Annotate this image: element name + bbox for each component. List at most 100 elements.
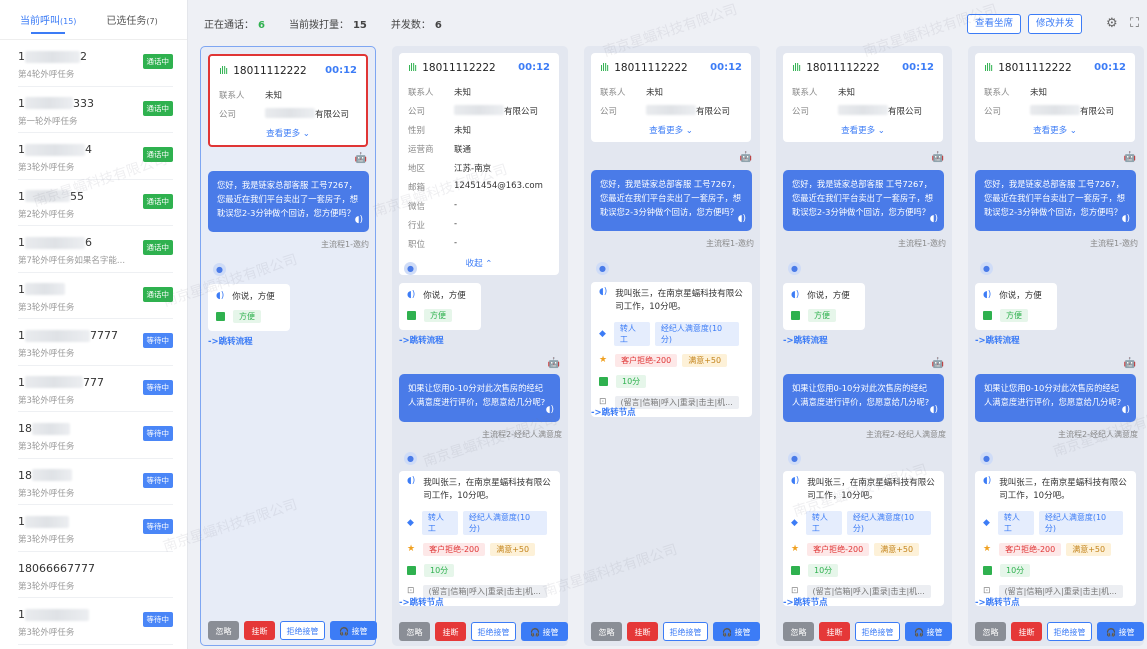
- ignore-button[interactable]: 忽略: [975, 622, 1006, 641]
- takeover-button[interactable]: 🎧 接管: [905, 622, 952, 641]
- hangup-button[interactable]: 挂断: [627, 622, 658, 641]
- jump-node-link[interactable]: ->跳转节点: [591, 406, 636, 418]
- jump-node-link[interactable]: ->跳转节点: [783, 596, 828, 608]
- tab-current-calls[interactable]: 当前呼叫(15): [20, 0, 76, 40]
- ignore-button[interactable]: 忽略: [783, 622, 814, 641]
- view-more-link[interactable]: 查看更多 ⌄: [792, 124, 934, 136]
- reply-card: ◖) 我叫张三，在南京星蝠科技有限公司工作，10分吧。 ◆ 转人工 经纪人满意度(10…: [975, 471, 1136, 606]
- detail-row: 运营商 联通: [408, 145, 472, 155]
- speaker-icon[interactable]: ◖): [738, 212, 746, 226]
- speaker-icon[interactable]: ◖): [546, 403, 554, 417]
- intent-icon: [791, 311, 800, 320]
- list-item-task: 第3轮外呼任务: [18, 628, 75, 638]
- ignore-button[interactable]: 忽略: [208, 621, 239, 640]
- speaker-icon[interactable]: ◖): [1122, 212, 1130, 226]
- view-more-link[interactable]: 查看更多 ⌄: [600, 124, 742, 136]
- hangup-button[interactable]: 挂断: [1011, 622, 1042, 641]
- hangup-button[interactable]: 挂断: [244, 621, 275, 640]
- list-item[interactable]: 18 第3轮外呼任务 等待中: [18, 412, 173, 459]
- keyword-icon: ⊡: [983, 586, 991, 596]
- takeover-button[interactable]: 🎧 接管: [521, 622, 568, 641]
- reject-takeover-button[interactable]: 拒绝接管: [855, 622, 900, 641]
- list-item[interactable]: 1 7777 第3轮外呼任务 等待中: [18, 319, 173, 366]
- jump-flow-link[interactable]: ->跳转流程: [975, 334, 1020, 346]
- reject-takeover-button[interactable]: 拒绝接管: [663, 622, 708, 641]
- voice-icon: ◖): [983, 476, 992, 486]
- call-info-card: ıllı 18011112222 00:12 联系人 未知 公司 有限公司 查看更多 ⌄: [208, 54, 368, 147]
- jump-flow-link[interactable]: ->跳转流程: [208, 335, 253, 347]
- action-bar: 忽略 挂断 拒绝接管 🎧 接管: [783, 622, 952, 641]
- reply-card: ◖) 我叫张三，在南京星蝠科技有限公司工作，10分吧。 ◆ 转人工 经纪人满意度(10…: [591, 282, 752, 417]
- phone-prefix: 18: [18, 468, 32, 482]
- hangup-button[interactable]: 挂断: [819, 622, 850, 641]
- view-more-link[interactable]: 查看更多 ⌄: [984, 124, 1126, 136]
- list-item[interactable]: 1 第3轮外呼任务 等待中: [18, 505, 173, 552]
- list-item-task: 第一轮外呼任务: [18, 116, 78, 127]
- status-badge: 等待中: [142, 472, 173, 488]
- phone-prefix: 1: [18, 236, 25, 249]
- jump-flow-link[interactable]: ->跳转流程: [399, 334, 444, 346]
- list-item[interactable]: 18 第3轮外呼任务 等待中: [18, 459, 173, 505]
- collapse-link[interactable]: 收起 ⌃: [408, 257, 550, 269]
- jump-node-link[interactable]: ->跳转节点: [975, 596, 1020, 608]
- reply-card: ◖) 你说，方便 方便: [783, 283, 865, 330]
- call-header: ıllı 18011112222 00:12: [792, 61, 934, 74]
- robot-message: 如果让您用0-10分对此次售房的经纪人满意度进行评价，您愿意给几分呢? ◖): [783, 374, 944, 422]
- list-item[interactable]: 1 第3轮外呼任务 等待中: [18, 598, 173, 645]
- modify-concurrency-button[interactable]: 修改并发: [1028, 14, 1083, 34]
- tab-selected-tasks[interactable]: 已选任务(7): [106, 0, 157, 40]
- detail-row: 性别 未知: [408, 126, 472, 136]
- user-avatar-icon: ●: [404, 262, 417, 275]
- ignore-button[interactable]: 忽略: [591, 622, 622, 641]
- speaker-icon[interactable]: ◖): [930, 212, 938, 226]
- list-item[interactable]: 1 333 第一轮外呼任务 通话中: [18, 87, 173, 133]
- hangup-button[interactable]: 挂断: [435, 622, 466, 641]
- takeover-button[interactable]: 🎧 接管: [330, 621, 377, 640]
- jump-node-link[interactable]: ->跳转节点: [399, 596, 444, 608]
- list-item[interactable]: 1 第3轮外呼任务 通话中: [18, 273, 173, 319]
- phone-prefix: 1: [18, 608, 25, 621]
- robot-icon: 🤖: [739, 152, 752, 163]
- list-item[interactable]: 1 6 第7轮外呼任务如果名字能... 通话中: [18, 226, 173, 273]
- call-timer: 00:12: [710, 62, 742, 73]
- masked-digits: [25, 190, 70, 202]
- ignore-button[interactable]: 忽略: [399, 622, 430, 641]
- jump-flow-link[interactable]: ->跳转流程: [783, 334, 828, 346]
- speaker-icon[interactable]: ◖): [1122, 403, 1130, 417]
- status-badge: 通话中: [142, 147, 173, 162]
- flow-caption: 主流程2-经纪人满意度: [1058, 430, 1138, 439]
- list-item[interactable]: 18066667777 第3轮外呼任务: [18, 552, 173, 598]
- reject-takeover-button[interactable]: 拒绝接管: [280, 621, 325, 640]
- view-agents-button[interactable]: 查看坐席: [967, 14, 1022, 34]
- intent-icon: [599, 377, 608, 386]
- tag-icon: ◆: [599, 328, 606, 339]
- list-item-task: 第3轮外呼任务: [18, 488, 75, 499]
- phone-prefix: 1: [18, 375, 25, 389]
- takeover-button[interactable]: 🎧 接管: [713, 622, 760, 641]
- call-list: 1 2 第4轮外呼任务 通话中 1 333 第一轮外呼任务 通话中 1 4 第3轮外呼任务…: [0, 40, 187, 645]
- masked-company: [454, 105, 504, 115]
- list-item[interactable]: 1 4 第3轮外呼任务 通话中: [18, 133, 173, 180]
- speaker-icon[interactable]: ◖): [930, 403, 938, 417]
- masked-digits: [25, 376, 83, 388]
- fullscreen-icon[interactable]: ⛶: [1130, 16, 1139, 31]
- settings-icon[interactable]: ⚙: [1106, 16, 1118, 31]
- status-badge: 通话中: [142, 100, 173, 116]
- company-row: 公司 有限公司: [600, 105, 731, 117]
- list-item[interactable]: 1 777 第3轮外呼任务 等待中: [18, 366, 173, 412]
- list-item-task: 第3轮外呼任务: [18, 349, 75, 359]
- concurrency-stat: 并发数： 6: [390, 19, 442, 31]
- speaker-icon[interactable]: ◖): [355, 213, 363, 227]
- voice-icon: ◖): [791, 289, 800, 300]
- reject-takeover-button[interactable]: 拒绝接管: [1047, 622, 1092, 641]
- tag-icon: ◆: [983, 517, 990, 528]
- robot-message: 您好，我是链家总部客服 工号7267，您最近在我们平台卖出了一套房子，想耽误您2…: [975, 170, 1136, 231]
- reply-card: ◖) 我叫张三，在南京星蝠科技有限公司工作，10分吧。 ◆ 转人工 经纪人满意度(10…: [783, 471, 944, 606]
- reject-takeover-button[interactable]: 拒绝接管: [471, 622, 516, 641]
- takeover-button[interactable]: 🎧 接管: [1097, 622, 1144, 641]
- list-item[interactable]: 1 55 第2轮外呼任务 通话中: [18, 180, 173, 226]
- call-info-card: ıllı 18011112222 00:12 联系人 未知 公司 有限公司 查看更多 ⌄: [591, 53, 751, 142]
- list-item[interactable]: 1 2 第4轮外呼任务 通话中: [18, 40, 173, 87]
- tag-icon: ◆: [407, 517, 414, 528]
- view-more-link[interactable]: 查看更多 ⌄: [219, 127, 357, 139]
